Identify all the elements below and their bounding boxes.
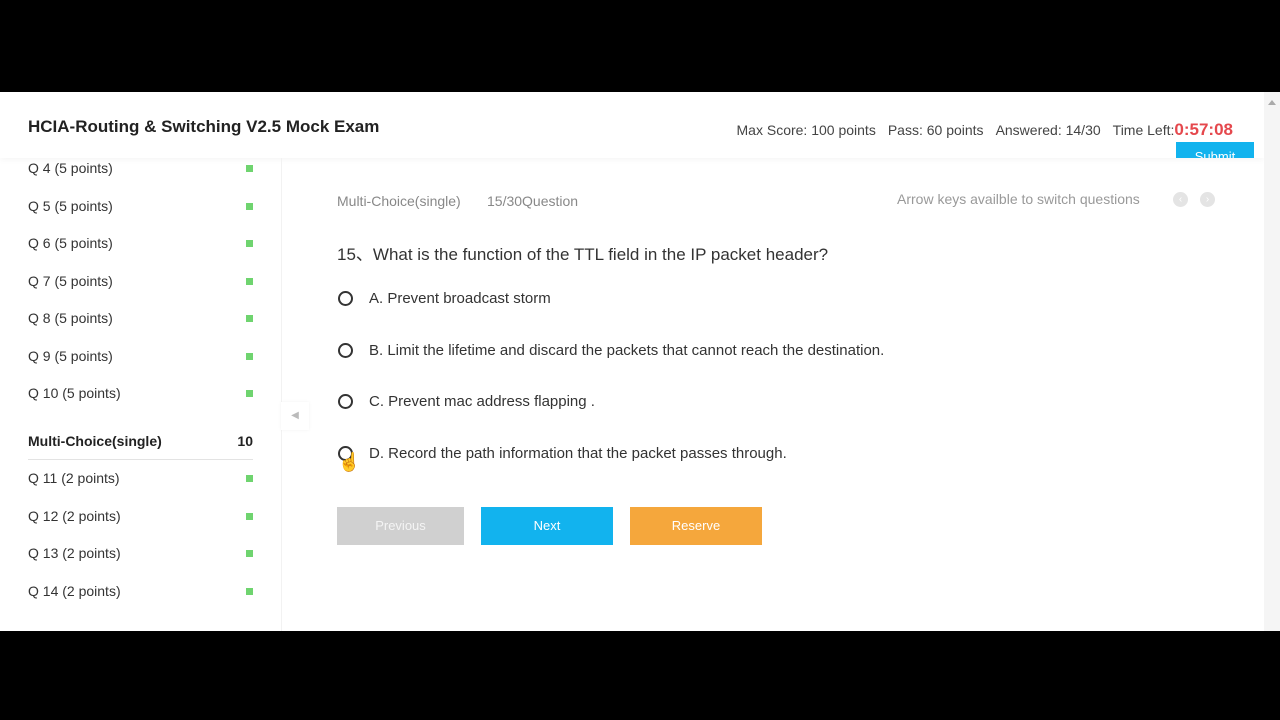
option-label: A. Prevent broadcast storm xyxy=(369,290,551,307)
answer-option[interactable]: A. Prevent broadcast storm xyxy=(338,290,551,307)
question-progress: 15/30Question xyxy=(487,193,579,209)
answered-value: 14/30 xyxy=(1065,122,1101,138)
answered-indicator-icon xyxy=(246,240,253,247)
answer-option[interactable]: B. Limit the lifetime and discard the pa… xyxy=(338,342,884,359)
section-title: Multi-Choice(single) xyxy=(28,433,162,449)
radio-button[interactable] xyxy=(338,342,353,358)
sidebar-question-item[interactable]: Q 14 (2 points) xyxy=(28,583,253,603)
section-count: 10 xyxy=(237,433,253,449)
radio-button[interactable] xyxy=(338,291,353,306)
sidebar-question-item[interactable]: Q 6 (5 points) xyxy=(28,235,253,255)
question-item-label: Q 5 (5 points) xyxy=(28,197,113,214)
question-item-label: Q 14 (2 points) xyxy=(28,582,121,599)
timer: 0:57:08 xyxy=(1174,120,1233,139)
max-score-value: 100 points xyxy=(811,122,876,138)
question-type: Multi-Choice(single) xyxy=(337,193,461,209)
pass-value: 60 points xyxy=(926,122,984,138)
scrollbar[interactable] xyxy=(1264,92,1280,631)
time-left-label: Time Left: xyxy=(1112,122,1175,138)
option-label: D. Record the path information that the … xyxy=(369,444,787,462)
answered-indicator-icon xyxy=(246,202,253,210)
pass-label: Pass: xyxy=(887,122,923,138)
time-left: Time Left:0:57:08 xyxy=(1113,120,1233,140)
answered-indicator-icon xyxy=(246,315,253,322)
sidebar-question-item[interactable]: Q 13 (2 points) xyxy=(28,545,253,565)
reserve-button[interactable]: Reserve xyxy=(630,507,762,545)
answer-option[interactable]: C. Prevent mac address flapping . xyxy=(338,393,595,410)
question-item-label: Q 8 (5 points) xyxy=(28,310,113,326)
hand-cursor-icon: ☝ xyxy=(338,452,361,472)
sidebar-question-item[interactable]: Q 5 (5 points) xyxy=(28,198,253,218)
prev-question-icon[interactable]: ‹ xyxy=(1173,192,1188,207)
answered-indicator-icon xyxy=(246,475,253,482)
answered-count: Answered: 14/30 xyxy=(996,122,1101,138)
answered-indicator-icon xyxy=(246,587,253,595)
pass-score: Pass: 60 points xyxy=(888,122,984,138)
question-item-label: Q 4 (5 points) xyxy=(28,160,113,176)
exam-app: HCIA-Routing & Switching V2.5 Mock Exam … xyxy=(0,92,1280,631)
question-item-label: Q 6 (5 points) xyxy=(28,235,113,251)
question-item-label: Q 9 (5 points) xyxy=(28,347,113,364)
page-title: HCIA-Routing & Switching V2.5 Mock Exam xyxy=(28,117,380,136)
next-question-icon[interactable]: › xyxy=(1200,192,1215,207)
answer-option[interactable]: D. Record the path information that the … xyxy=(338,445,787,462)
keyboard-hint: Arrow keys availble to switch questions xyxy=(897,191,1140,207)
exam-stats: Max Score: 100 points Pass: 60 points An… xyxy=(737,120,1233,140)
collapse-sidebar-button[interactable]: ◀ xyxy=(281,402,309,430)
answered-indicator-icon xyxy=(246,352,253,360)
next-button[interactable]: Next xyxy=(481,507,613,545)
answered-indicator-icon xyxy=(246,277,253,285)
sidebar-question-item[interactable]: Q 7 (5 points) xyxy=(28,273,253,293)
max-score-label: Max Score: xyxy=(736,122,808,138)
sidebar-question-item[interactable]: Q 8 (5 points) xyxy=(28,310,253,330)
option-label: C. Prevent mac address flapping . xyxy=(369,393,595,410)
sidebar-question-item[interactable]: Q 10 (5 points) xyxy=(28,385,253,405)
header: HCIA-Routing & Switching V2.5 Mock Exam … xyxy=(0,92,1264,158)
sidebar-question-item[interactable]: Q 12 (2 points) xyxy=(28,508,253,528)
question-item-label: Q 11 (2 points) xyxy=(28,470,120,486)
question-item-label: Q 10 (5 points) xyxy=(28,385,121,401)
answered-indicator-icon xyxy=(246,550,253,557)
answered-indicator-icon xyxy=(246,165,253,172)
option-label: B. Limit the lifetime and discard the pa… xyxy=(369,341,885,359)
answered-indicator-icon xyxy=(246,512,253,520)
answered-indicator-icon xyxy=(246,390,253,397)
sidebar-question-item[interactable]: Q 9 (5 points) xyxy=(28,348,253,368)
sidebar-question-item[interactable]: Q 4 (5 points) xyxy=(28,160,253,180)
question-text: 15、What is the function of the TTL field… xyxy=(337,245,829,264)
question-sidebar: Q 4 (5 points) Q 5 (5 points) Q 6 (5 point… xyxy=(0,158,282,631)
submit-button[interactable]: Submit xyxy=(1176,142,1254,158)
answered-label: Answered: xyxy=(995,122,1062,138)
previous-button[interactable]: Previous xyxy=(337,507,464,545)
radio-button[interactable] xyxy=(338,394,353,409)
question-item-label: Q 12 (2 points) xyxy=(28,507,121,524)
question-item-label: Q 13 (2 points) xyxy=(28,545,121,561)
scroll-up-arrow-icon[interactable] xyxy=(1268,100,1276,105)
section-header: Multi-Choice(single) 10 xyxy=(28,433,253,460)
question-item-label: Q 7 (5 points) xyxy=(28,272,113,289)
sidebar-question-item[interactable]: Q 11 (2 points) xyxy=(28,470,253,490)
max-score: Max Score: 100 points xyxy=(737,122,876,138)
